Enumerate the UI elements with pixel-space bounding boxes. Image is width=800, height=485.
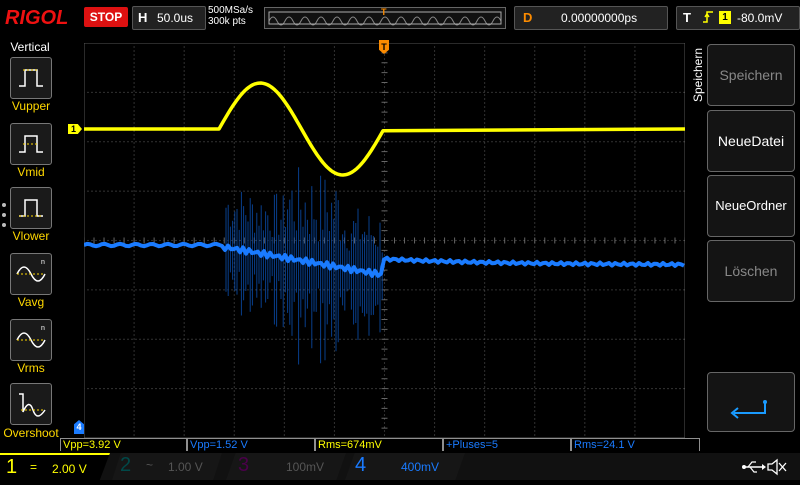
ch1-coupling-icon: = — [30, 460, 38, 474]
measurement-1[interactable]: Vpp=3.92 V — [60, 438, 187, 451]
memory-depth: 300k pts — [208, 16, 246, 27]
timebase-value: 50.0us — [157, 11, 194, 25]
ch3-scale: 100mV — [286, 460, 325, 474]
vavg-label: Vavg — [17, 295, 45, 309]
vavg-icon: n — [16, 259, 46, 282]
ch4-scale: 400mV — [401, 460, 440, 474]
measurement-3[interactable]: Rms=674mV — [315, 438, 443, 451]
neue-datei-button[interactable]: NeueDatei — [707, 110, 795, 172]
loeschen-button[interactable]: Löschen — [707, 240, 795, 302]
ch1-scale: 2.00 V — [52, 462, 87, 476]
save-menu-title-text: Speichern — [691, 47, 705, 103]
delay-value: 0.00000000ps — [561, 11, 638, 25]
ch4-status[interactable]: 4 400mV — [345, 453, 465, 480]
vavg-button[interactable]: n — [10, 253, 52, 295]
measurement-2[interactable]: Vpp=1.52 V — [187, 438, 315, 451]
sample-rate: 500MSa/s — [208, 5, 254, 16]
svg-text:n: n — [41, 325, 45, 332]
measurement-5[interactable]: Rms=24.1 V — [571, 438, 700, 451]
overshoot-button[interactable] — [10, 383, 52, 425]
vupper-icon — [19, 69, 43, 87]
vmid-icon — [19, 135, 43, 153]
brand-logo: RIGOL — [5, 7, 69, 29]
trigger-level: -80.0mV — [737, 11, 783, 25]
usb-icon — [742, 461, 766, 473]
memory-map-bar: T — [264, 7, 506, 29]
ch2-number: 2 — [120, 454, 132, 476]
waveform-grid[interactable] — [84, 43, 685, 438]
trigger-key: T — [683, 10, 691, 25]
ch1-number: 1 — [6, 456, 18, 478]
ch4-number: 4 — [355, 454, 367, 476]
horizontal-key: H — [138, 10, 148, 25]
overshoot-label: Overshoot — [3, 426, 59, 440]
ch3-status[interactable]: 3 100mV — [226, 453, 346, 480]
speaker-muted-icon — [767, 458, 787, 476]
ch1-status[interactable]: 1 = 2.00 V — [0, 453, 110, 482]
vmid-button[interactable] — [10, 123, 52, 165]
vrms-label: Vrms — [17, 361, 45, 375]
vrms-button[interactable]: n — [10, 319, 52, 361]
delay-key: D — [523, 10, 533, 25]
measure-sidebar: Vertical Vupper Vmid Vlower n Vavg n Vrm… — [0, 37, 62, 440]
system-status-icons — [700, 453, 800, 480]
vupper-button[interactable] — [10, 57, 52, 99]
vlower-label: Vlower — [12, 229, 50, 243]
memory-trigger-marker: T — [381, 7, 387, 17]
trigger-source-badge: 1 — [719, 11, 731, 24]
vupper-label: Vupper — [11, 99, 51, 113]
ch2-scale: 1.00 V — [168, 460, 203, 474]
acquisition-info: 500MSa/s 300k pts — [208, 5, 253, 27]
ch4-offset-marker[interactable]: 4 — [74, 420, 84, 434]
overshoot-icon — [19, 393, 46, 417]
vlower-button[interactable] — [10, 187, 52, 229]
trigger-box[interactable]: T 1 -80.0mV — [676, 6, 800, 30]
horizontal-timebase[interactable]: H 50.0us — [132, 6, 206, 30]
ch3-number: 3 — [238, 454, 250, 476]
enter-icon — [730, 400, 767, 419]
vmid-label: Vmid — [17, 165, 45, 179]
save-menu-title: Speichern — [691, 44, 705, 104]
delay-box[interactable]: D 0.00000000ps — [514, 6, 668, 30]
enter-button[interactable] — [707, 372, 795, 432]
vlower-icon — [19, 199, 43, 217]
svg-text:n: n — [41, 259, 45, 266]
vrms-icon: n — [16, 325, 46, 348]
run-stop-status[interactable]: STOP — [84, 7, 128, 27]
speichern-button[interactable]: Speichern — [707, 44, 795, 106]
neue-ordner-button[interactable]: NeueOrdner — [707, 175, 795, 237]
ch2-coupling-icon: ~ — [146, 458, 154, 472]
ch2-status[interactable]: 2 ~ 1.00 V — [112, 453, 222, 480]
rising-edge-icon — [701, 9, 715, 28]
page-dots-icon — [2, 203, 6, 227]
ch1-offset-marker[interactable]: 1 — [68, 124, 82, 134]
measurement-4[interactable]: +Pluses=5 — [443, 438, 571, 451]
sidebar-title: Vertical — [10, 40, 50, 54]
